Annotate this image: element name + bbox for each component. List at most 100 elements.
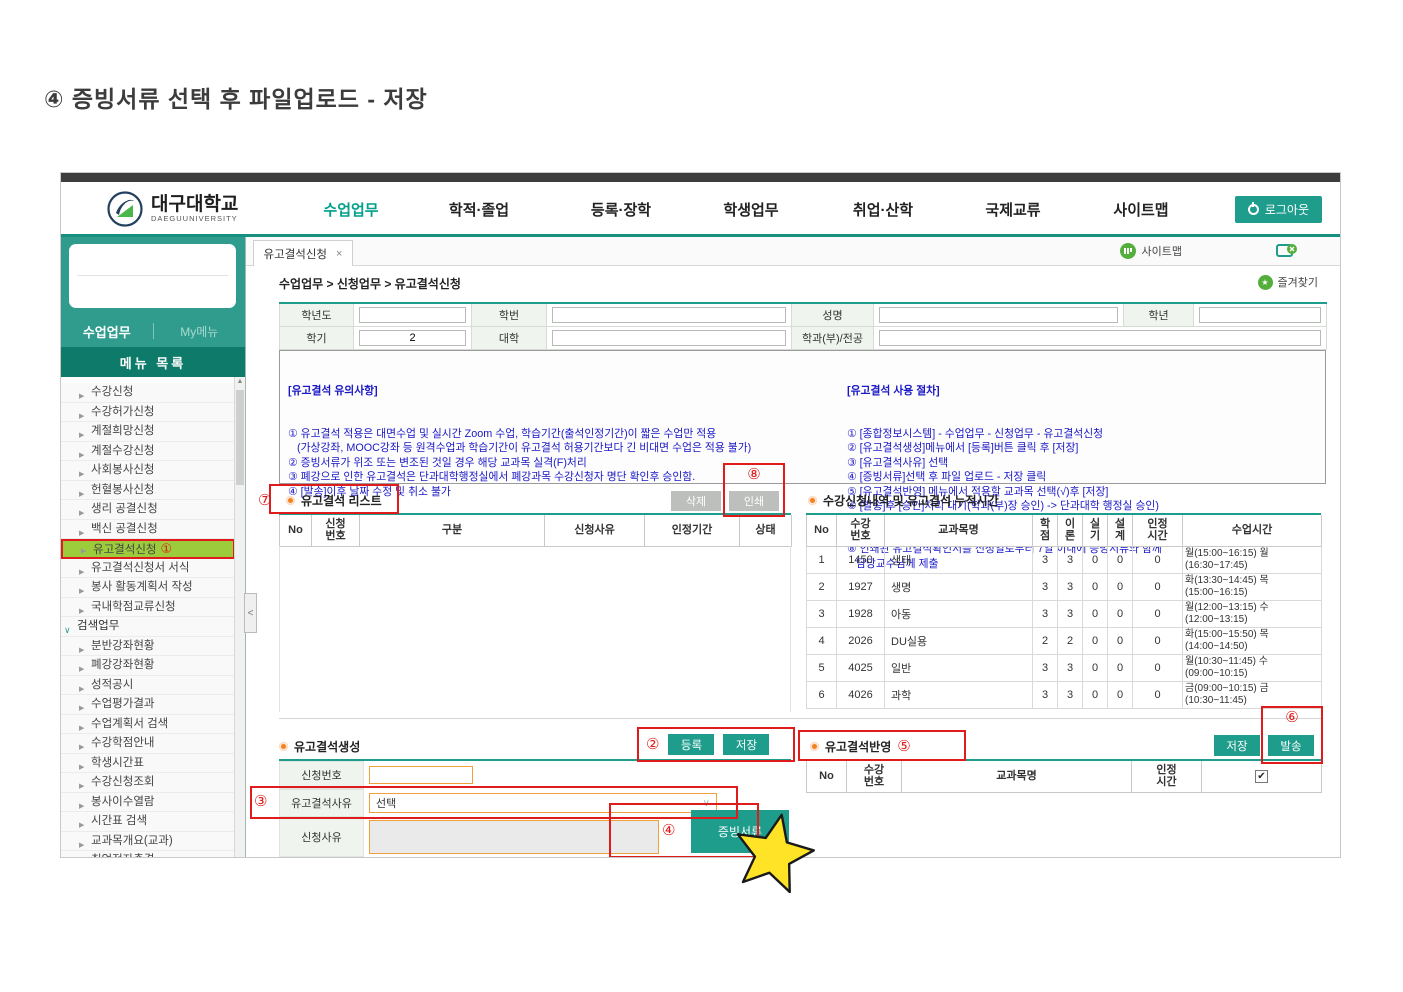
nav-item[interactable]: 학적·졸업 xyxy=(424,199,534,220)
scroll-up-icon[interactable]: ▲ xyxy=(235,378,245,385)
sidebar-menu-item[interactable]: 봉사 활동계획서 작성 xyxy=(61,578,235,598)
year-input[interactable] xyxy=(359,307,466,323)
university-logo: 대구대학교 DAEGUUNIVERSITY xyxy=(107,191,238,227)
sidebar-menu-item[interactable]: 계절수강신청 xyxy=(61,442,235,462)
sidebar-menu-item[interactable]: 수강신청 xyxy=(61,383,235,403)
course-cell: 4025 xyxy=(837,654,885,681)
annotation-box-list-title xyxy=(269,484,399,514)
semester-input[interactable] xyxy=(359,330,466,346)
course-cell: 2 xyxy=(807,573,837,600)
sidebar-menu-item[interactable]: 유고결석신청서 서식 xyxy=(61,559,235,579)
apply-section-header: 유고결석반영 ⑤ 저장 발송 ⑥ xyxy=(806,733,1321,761)
favorite-button[interactable]: ★ 즐겨찾기 xyxy=(1258,274,1318,290)
annotation-8: ⑧ xyxy=(747,466,760,483)
menu-item-label: 검색업무 xyxy=(77,620,119,632)
scroll-thumb[interactable] xyxy=(236,390,244,485)
course-cell: 2 xyxy=(1033,627,1058,654)
dept-input[interactable] xyxy=(879,330,1321,346)
sidebar-menu-item[interactable]: 취업전자출결 xyxy=(61,851,235,857)
nav-item[interactable]: 취업·산학 xyxy=(828,199,938,220)
sidebar-menu-item[interactable]: 수강학점안내 xyxy=(61,734,235,754)
apply-save-button[interactable]: 저장 xyxy=(1214,735,1260,756)
course-cell: 3 xyxy=(1058,654,1083,681)
sidebar-menu-item[interactable]: 유고결석신청① xyxy=(61,539,235,559)
sidebar-menu-item[interactable]: 수업계획서 검색 xyxy=(61,715,235,735)
annotation-6: ⑥ xyxy=(1285,709,1298,726)
college-input[interactable] xyxy=(552,330,786,346)
sidebar-menu-item[interactable]: 생리 공결신청 xyxy=(61,500,235,520)
apply-table: No수강 번호교과목명인정 시간✔ xyxy=(806,761,1322,793)
sidebar-menu-item[interactable]: 백신 공결신청 xyxy=(61,520,235,540)
course-row: 21927생명33000화(13:30~14:45) 목(15:00~16:15… xyxy=(807,573,1322,600)
course-cell: 화(13:30~14:45) 목(15:00~16:15) xyxy=(1183,573,1322,600)
absence-list-table: No신청 번호구분신청사유인정기간상태 xyxy=(279,515,792,547)
create-save-button[interactable]: 저장 xyxy=(723,734,769,755)
course-cell: 0 xyxy=(1083,600,1108,627)
nav-item[interactable]: 사이트맵 xyxy=(1086,199,1196,220)
course-cell: 0 xyxy=(1083,627,1108,654)
course-cell: 0 xyxy=(1083,573,1108,600)
tab-close-icon[interactable]: × xyxy=(336,248,342,260)
menu-item-label: 교과목개요(교과) xyxy=(91,835,173,847)
course-cell: 0 xyxy=(1133,627,1183,654)
register-button[interactable]: 등록 xyxy=(668,734,714,755)
notice-left-title: [유고결석 유의사항] xyxy=(288,384,838,398)
menu-item-label: 시간표 검색 xyxy=(91,815,147,827)
power-icon xyxy=(1248,204,1259,215)
sidebar: 수업업무 My메뉴 메뉴 목록 수강신청수강허가신청계절희망신청계절수강신청사회… xyxy=(61,237,246,857)
dept-label: 학과(부)/전공 xyxy=(792,326,874,349)
sidebar-tab-work[interactable]: 수업업무 xyxy=(61,322,153,341)
annotation-box-print: ⑧ xyxy=(723,463,785,517)
sitemap-link[interactable]: 사이트맵 xyxy=(1120,243,1182,259)
sidebar-menu-item[interactable]: 수강허가신청 xyxy=(61,403,235,423)
checkbox-checked[interactable]: ✔ xyxy=(1255,770,1268,783)
column-header: No xyxy=(807,515,837,546)
course-cell: 4 xyxy=(807,627,837,654)
section-divider xyxy=(279,718,1321,719)
sitemap-icon xyxy=(1120,243,1136,259)
sidebar-menu-item[interactable]: 사회봉사신청 xyxy=(61,461,235,481)
course-cell: 0 xyxy=(1108,654,1133,681)
sidebar-menu-item[interactable]: 시간표 검색 xyxy=(61,812,235,832)
course-row: 31928아동33000월(12:00~13:15) 수(12:00~13:15… xyxy=(807,600,1322,627)
course-cell: 3 xyxy=(1033,681,1058,708)
sidebar-tab-mymenu[interactable]: My메뉴 xyxy=(154,323,246,340)
sidebar-menu-item[interactable]: 계절희망신청 xyxy=(61,422,235,442)
grade-input[interactable] xyxy=(1199,307,1321,323)
course-cell: 3 xyxy=(1058,681,1083,708)
nav-item[interactable]: 국제교류 xyxy=(958,199,1068,220)
nav-item[interactable]: 학생업무 xyxy=(696,199,806,220)
name-input[interactable] xyxy=(879,307,1118,323)
sidebar-menu-item[interactable]: 헌혈봉사신청 xyxy=(61,481,235,501)
sidebar-menu-item[interactable]: 수업평가결과 xyxy=(61,695,235,715)
menu-item-label: 폐강강좌현황 xyxy=(91,659,154,671)
apply-no-input[interactable] xyxy=(369,766,473,784)
course-cell: 0 xyxy=(1083,546,1108,573)
course-cell: 과학 xyxy=(885,681,1033,708)
sidebar-menu-item[interactable]: 국내학점교류신청 xyxy=(61,598,235,618)
sidebar-menu-item[interactable]: 성적공시 xyxy=(61,676,235,696)
logout-button[interactable]: 로그아웃 xyxy=(1235,196,1322,223)
column-header: No xyxy=(807,761,847,792)
menu-item-label: 수강허가신청 xyxy=(91,406,154,418)
studentno-input[interactable] xyxy=(552,307,786,323)
menu-item-label: 취업전자출결 xyxy=(91,854,154,857)
nav-item[interactable]: 등록·장학 xyxy=(566,199,676,220)
sidebar-collapse-handle[interactable]: < xyxy=(244,593,257,633)
column-header-check: ✔ xyxy=(1202,761,1322,792)
sidebar-menu-item[interactable]: 분반강좌현황 xyxy=(61,637,235,657)
menu-list-title: 메뉴 목록 xyxy=(61,347,245,377)
delete-button[interactable]: 삭제 xyxy=(671,491,721,511)
sidebar-menu-item[interactable]: 봉사이수열람 xyxy=(61,793,235,813)
course-cell: 3 xyxy=(1033,654,1058,681)
sidebar-menu-item[interactable]: 수강신청조회 xyxy=(61,773,235,793)
menu-item-label: 백신 공결신청 xyxy=(91,523,158,535)
sidebar-menu-item[interactable]: 검색업무 xyxy=(61,617,235,637)
workspace-tab[interactable]: 유고결석신청 × xyxy=(253,240,353,266)
course-cell: 3 xyxy=(807,600,837,627)
nav-item[interactable]: 수업업무 xyxy=(296,199,406,220)
sidebar-menu-item[interactable]: 폐강강좌현황 xyxy=(61,656,235,676)
sidebar-menu-item[interactable]: 교과목개요(교과) xyxy=(61,832,235,852)
window-close-icon[interactable] xyxy=(1276,243,1298,263)
sidebar-menu-item[interactable]: 학생시간표 xyxy=(61,754,235,774)
